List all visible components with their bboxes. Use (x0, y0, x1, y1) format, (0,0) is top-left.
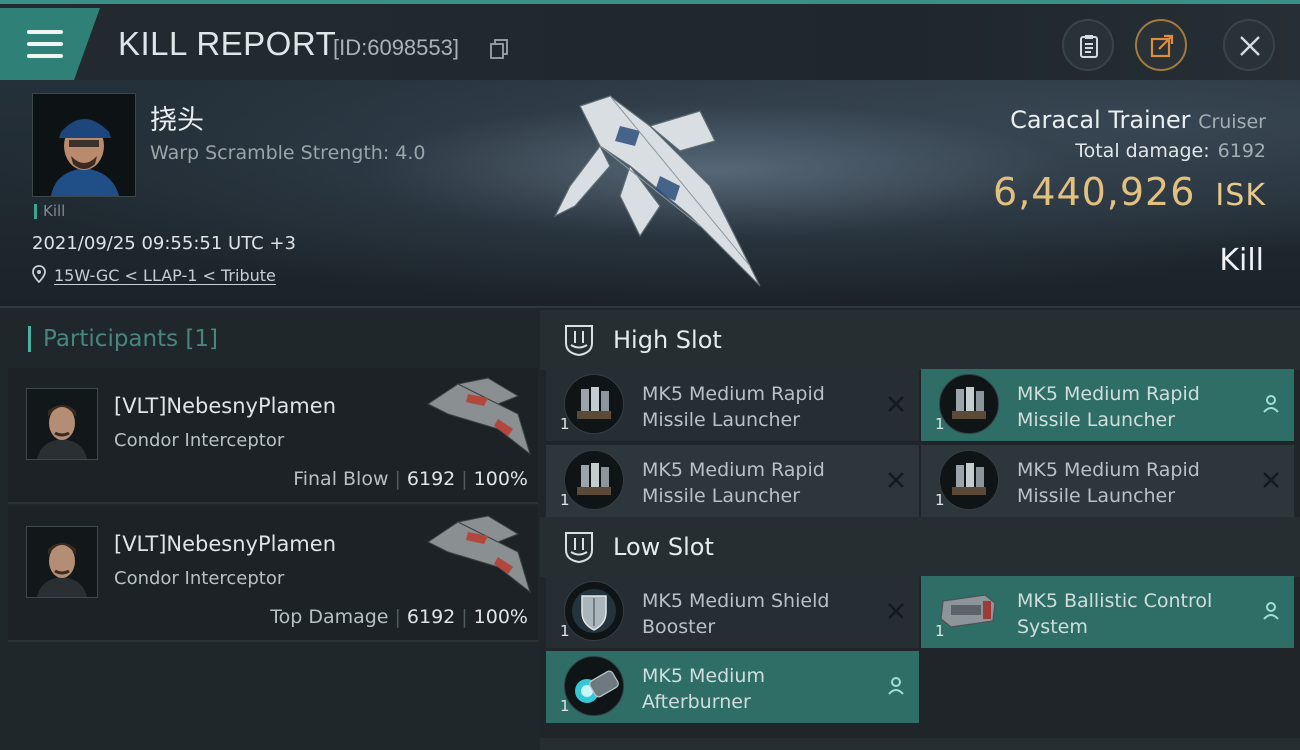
module-name: MK5 Medium Rapid Missile Launcher (642, 459, 825, 507)
module-quantity: 1 (560, 491, 570, 509)
menu-button[interactable] (0, 8, 100, 80)
participants-label: Participants (43, 326, 179, 352)
participant-percent: 100% (473, 468, 528, 490)
share-button[interactable] (1135, 19, 1187, 71)
participants-panel: Participants [1] [VLT]NebesnyPlamen Cond… (0, 308, 540, 750)
destroyed-x-icon (888, 603, 904, 619)
victim-ship-name[interactable]: Caracal Trainer Cruiser (1010, 106, 1266, 134)
victim-portrait[interactable] (32, 93, 136, 197)
kill-tag: Kill (34, 204, 65, 219)
total-damage-value: 6192 (1217, 140, 1266, 162)
participant-ship-image (427, 377, 531, 456)
low-slot-icon (565, 532, 593, 564)
destroyed-x-icon (1263, 472, 1279, 488)
module-quantity: 1 (935, 491, 945, 509)
missile-launcher-icon (564, 450, 624, 510)
participant-avatar[interactable] (26, 526, 98, 598)
module-quantity: 1 (560, 697, 570, 715)
missile-launcher-icon (939, 374, 999, 434)
module-item[interactable]: 1 MK5 Medium Afterburner (546, 651, 919, 723)
low-slot-label: Low Slot (613, 533, 714, 561)
report-id: [ID:6098553] (333, 35, 459, 60)
isk-unit: ISK (1215, 178, 1266, 213)
participant-role: Top Damage (270, 606, 389, 628)
module-item[interactable]: 1 MK5 Medium Rapid Missile Launcher (546, 369, 919, 441)
module-item[interactable]: 1 MK5 Medium Rapid Missile Launcher (921, 369, 1294, 441)
kill-datetime: 2021/09/25 09:55:51 UTC +3 (32, 233, 296, 254)
participant-card[interactable]: [VLT]NebesnyPlamen Condor Interceptor To… (8, 506, 538, 642)
participant-name: [VLT]NebesnyPlamen (114, 394, 336, 418)
participant-stats: Final Blow | 6192 | 100% (293, 468, 528, 490)
victim-detail: Warp Scramble Strength: 4.0 (150, 142, 426, 164)
total-damage-label: Total damage: (1075, 140, 1210, 162)
person-icon (888, 677, 904, 695)
next-slot-header-peek (540, 738, 1300, 750)
missile-launcher-icon (564, 374, 624, 434)
participant-name: [VLT]NebesnyPlamen (114, 532, 336, 556)
kill-result: Kill (1219, 243, 1264, 278)
victim-ship-image[interactable] (540, 86, 780, 296)
destroyed-x-icon (888, 472, 904, 488)
module-item[interactable]: 1 MK5 Ballistic Control System (921, 576, 1294, 648)
page-title: KILL REPORT (118, 25, 337, 62)
afterburner-icon (564, 656, 624, 716)
module-name: MK5 Medium Shield Booster (642, 590, 830, 638)
person-icon (1263, 602, 1279, 620)
module-quantity: 1 (935, 415, 945, 433)
participant-ship-image (427, 515, 531, 594)
location-pin-icon (32, 265, 46, 283)
high-slot-icon (565, 325, 593, 357)
fitting-panel: High Slot 1 MK5 Medium Rapid Missile Lau… (540, 308, 1300, 750)
participants-title: Participants [1] (28, 326, 218, 352)
kill-location-link[interactable]: 15W-GC < LLAP-1 < Tribute (54, 266, 276, 285)
participant-ship: Condor Interceptor (114, 568, 285, 589)
victim-summary: 挠头 Warp Scramble Strength: 4.0 Kill 2021… (0, 80, 1300, 308)
module-name: MK5 Ballistic Control System (1017, 590, 1213, 638)
participants-count: [1] (185, 326, 219, 352)
participant-percent: 100% (473, 606, 528, 628)
module-item[interactable]: 1 MK5 Medium Shield Booster (546, 576, 919, 648)
module-quantity: 1 (560, 415, 570, 433)
hamburger-menu-icon (27, 30, 63, 58)
module-name: MK5 Medium Rapid Missile Launcher (1017, 459, 1200, 507)
isk-value: 6,440,926 ISK (993, 170, 1266, 214)
module-name: MK5 Medium Afterburner (642, 665, 765, 713)
ship-name-text: Caracal Trainer (1010, 106, 1191, 134)
module-item[interactable]: 1 MK5 Medium Rapid Missile Launcher (546, 445, 919, 517)
close-icon (1240, 36, 1260, 56)
clipboard-button[interactable] (1062, 19, 1114, 71)
victim-name[interactable]: 挠头 (150, 98, 204, 137)
participant-role: Final Blow (293, 468, 389, 490)
high-slot-label: High Slot (613, 326, 722, 354)
destroyed-x-icon (888, 396, 904, 412)
module-quantity: 1 (935, 622, 945, 640)
clipboard-icon (1080, 35, 1098, 58)
low-slot-header: Low Slot (540, 517, 1300, 577)
participant-card[interactable]: [VLT]NebesnyPlamen Condor Interceptor Fi… (8, 368, 538, 504)
close-button[interactable] (1223, 19, 1275, 71)
ship-class-text: Cruiser (1198, 111, 1266, 133)
participant-ship: Condor Interceptor (114, 430, 285, 451)
module-name: MK5 Medium Rapid Missile Launcher (642, 383, 825, 431)
isk-amount: 6,440,926 (993, 170, 1196, 214)
participant-stats: Top Damage | 6192 | 100% (270, 606, 528, 628)
missile-launcher-icon (939, 450, 999, 510)
module-quantity: 1 (560, 622, 570, 640)
high-slot-header: High Slot (540, 310, 1300, 370)
module-name: MK5 Medium Rapid Missile Launcher (1017, 383, 1200, 431)
top-bar: KILL REPORT [ID:6098553] (0, 0, 1300, 80)
share-icon (1150, 34, 1174, 58)
participant-damage: 6192 (406, 606, 456, 628)
pilot-portrait-icon (27, 527, 97, 597)
person-icon (1263, 395, 1279, 413)
pilot-portrait-icon (33, 94, 135, 196)
module-item[interactable]: 1 MK5 Medium Rapid Missile Launcher (921, 445, 1294, 517)
participant-damage: 6192 (406, 468, 456, 490)
ballistic-control-icon (939, 581, 997, 639)
total-damage: Total damage: 6192 (1075, 140, 1266, 162)
participant-avatar[interactable] (26, 388, 98, 460)
shield-booster-icon (564, 581, 624, 641)
pilot-portrait-icon (27, 389, 97, 459)
copy-icon[interactable] (490, 39, 508, 59)
